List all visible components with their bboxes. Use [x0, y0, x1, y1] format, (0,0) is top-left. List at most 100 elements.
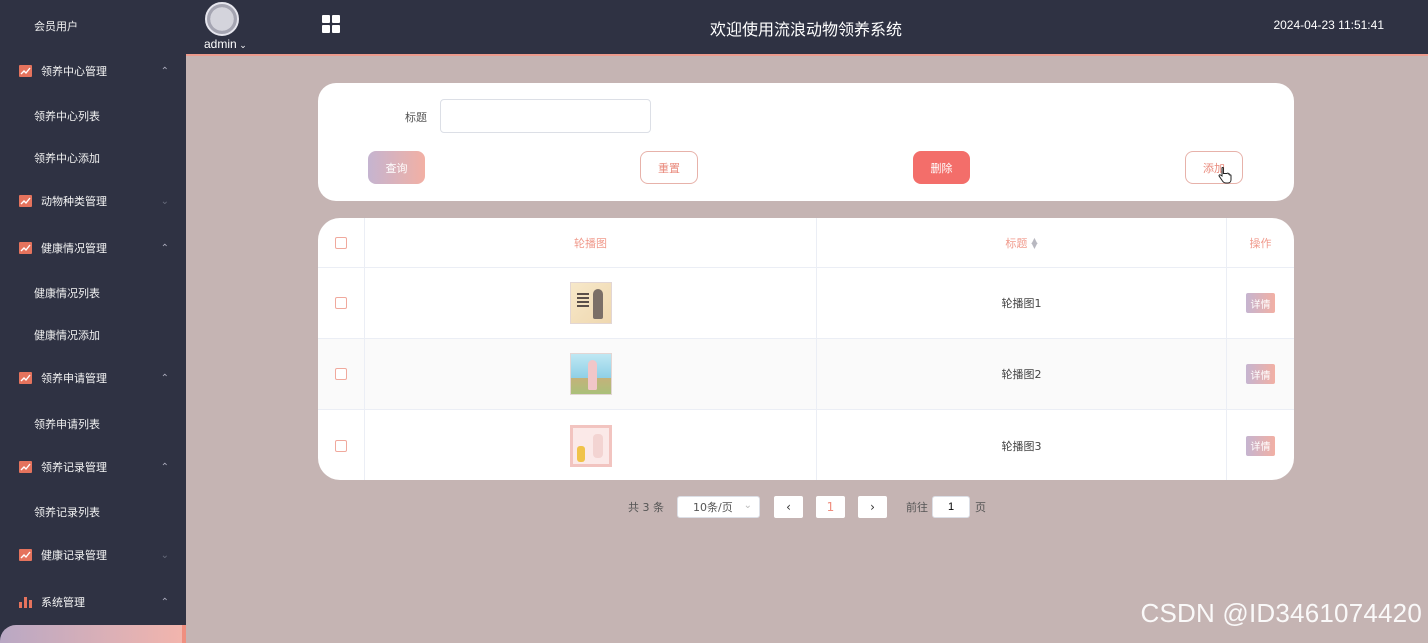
table-header: 轮播图 标题 ▲ ▼ 操作 [318, 218, 1294, 268]
sidebar-item-member-user[interactable]: 会员用户 [0, 6, 186, 46]
table-row: 轮播图2 详情 [318, 339, 1294, 410]
hand-cursor-icon [1218, 167, 1232, 184]
sidebar-item-adoption-application-list[interactable]: 领养申请列表 [0, 404, 186, 444]
sidebar-group-health-status[interactable]: 健康情况管理 ⌃ [0, 228, 186, 268]
row-checkbox[interactable] [335, 368, 347, 380]
add-button[interactable]: 添加 [1185, 151, 1243, 184]
sidebar-group-label: 领养申请管理 [41, 372, 107, 385]
page-size-value: 10条/页 [693, 501, 733, 514]
sidebar-group-adoption-application[interactable]: 领养申请管理 ⌃ [0, 358, 186, 398]
row-checkbox[interactable] [335, 297, 347, 309]
carousel-thumbnail[interactable] [569, 424, 612, 467]
title-label: 标题 [405, 111, 427, 124]
row-checkbox-cell [318, 410, 365, 480]
user-name: admin [204, 37, 237, 51]
chevron-down-icon: ⌄ [160, 195, 169, 207]
row-actions-cell: 详情 [1227, 268, 1294, 338]
sidebar-group-adoption-record[interactable]: 领养记录管理 ⌃ [0, 447, 186, 487]
select-all-checkbox[interactable] [335, 236, 347, 249]
header-image-label: 轮播图 [574, 236, 607, 250]
goto-page-input[interactable] [932, 496, 970, 518]
detail-button[interactable]: 详情 [1246, 364, 1275, 384]
total-count: 共 3 条 [628, 501, 664, 514]
chevron-up-icon: ⌃ [160, 65, 169, 77]
datetime: 2024-04-23 11:51:41 [1273, 18, 1384, 32]
row-checkbox[interactable] [335, 439, 347, 452]
page-size-select[interactable]: 10条/页 ⌄ [677, 496, 760, 518]
row-checkbox-cell [318, 339, 365, 409]
page-unit-label: 页 [975, 501, 986, 514]
row-actions-cell: 详情 [1227, 410, 1294, 480]
carousel-thumbnail[interactable] [569, 282, 612, 324]
sidebar: 会员用户 领养中心管理 ⌃ 领养中心列表 领养中心添加 动物种类管理 ⌄ 健康情… [0, 0, 186, 643]
sidebar-item-label: 会员用户 [34, 20, 78, 33]
sidebar-item-label: 领养中心列表 [34, 110, 100, 123]
sidebar-item-adoption-record-list[interactable]: 领养记录列表 [0, 492, 186, 532]
row-image-cell [365, 339, 817, 409]
page-number-current[interactable]: 1 [816, 496, 845, 518]
chevron-left-icon: ‹ [786, 500, 791, 514]
sidebar-item-label: 领养中心添加 [34, 152, 100, 165]
watermark: CSDN @ID3461074420 [1140, 598, 1422, 628]
row-title: 轮播图1 [1001, 297, 1042, 310]
delete-button[interactable]: 删除 [913, 151, 970, 184]
sidebar-item-health-status-list[interactable]: 健康情况列表 [0, 273, 186, 313]
sort-icon[interactable]: ▲ ▼ [1031, 236, 1037, 249]
line-chart-icon [19, 195, 32, 207]
row-image-cell [365, 410, 817, 480]
row-title-cell: 轮播图2 [817, 339, 1227, 409]
sidebar-group-label: 健康记录管理 [41, 549, 107, 562]
sidebar-group-health-record[interactable]: 健康记录管理 ⌄ [0, 535, 186, 575]
grid-menu-icon[interactable] [322, 15, 340, 33]
prev-page-button[interactable]: ‹ [774, 496, 803, 518]
title-search-input[interactable] [440, 99, 651, 133]
pagination: 共 3 条 10条/页 ⌄ ‹ 1 › 前往 页 [628, 496, 986, 518]
sidebar-item-label: 领养申请列表 [34, 418, 100, 431]
header-image: 轮播图 [365, 218, 817, 267]
sidebar-item-adoption-center-list[interactable]: 领养中心列表 [0, 96, 186, 136]
header-title-label: 标题 [1005, 236, 1028, 250]
sidebar-group-system[interactable]: 系统管理 ⌃ [0, 582, 186, 622]
top-bar: admin ⌄ 欢迎使用流浪动物领养系统 2024-04-23 11:51:41 [186, 0, 1428, 56]
chevron-up-icon: ⌃ [160, 596, 169, 608]
app-title: 欢迎使用流浪动物领养系统 [709, 20, 902, 39]
detail-button[interactable]: 详情 [1246, 435, 1275, 456]
chevron-down-icon: ⌄ [160, 549, 169, 561]
line-chart-icon [19, 461, 32, 473]
sidebar-item-adoption-center-add[interactable]: 领养中心添加 [0, 138, 186, 178]
row-title-cell: 轮播图3 [817, 410, 1227, 480]
sidebar-item-label: 领养记录列表 [34, 506, 100, 519]
goto-label: 前往 [906, 501, 928, 514]
header-checkbox-cell [318, 218, 365, 267]
sidebar-group-label: 系统管理 [41, 596, 85, 609]
sidebar-item-active[interactable] [0, 625, 186, 643]
reset-button[interactable]: 重置 [640, 151, 698, 184]
sidebar-group-label: 领养记录管理 [41, 461, 107, 474]
header-actions-label: 操作 [1249, 236, 1272, 250]
chevron-right-icon: › [870, 500, 875, 514]
chevron-up-icon: ⌃ [160, 242, 169, 254]
bar-chart-icon [19, 596, 32, 608]
chevron-down-icon: ⌄ [236, 40, 247, 50]
query-button[interactable]: 查询 [368, 151, 425, 184]
carousel-thumbnail[interactable] [569, 353, 612, 395]
table-row: 轮播图3 详情 [318, 410, 1294, 480]
header-actions: 操作 [1227, 218, 1294, 267]
user-menu[interactable]: admin ⌄ [204, 37, 247, 51]
next-page-button[interactable]: › [858, 496, 887, 518]
detail-button[interactable]: 详情 [1246, 293, 1275, 313]
sidebar-item-health-status-add[interactable]: 健康情况添加 [0, 315, 186, 355]
sidebar-group-label: 领养中心管理 [41, 65, 107, 78]
sidebar-group-animal-category[interactable]: 动物种类管理 ⌄ [0, 181, 186, 221]
search-panel: 标题 查询 重置 删除 添加 [318, 83, 1294, 201]
data-table: 轮播图 标题 ▲ ▼ 操作 轮播图1 详情 轮播图2 详情 轮播图3 详情 [318, 218, 1294, 480]
table-row: 轮播图1 详情 [318, 268, 1294, 339]
line-chart-icon [19, 242, 32, 254]
avatar[interactable] [205, 2, 239, 36]
sidebar-group-adoption-center[interactable]: 领养中心管理 ⌃ [0, 51, 186, 91]
row-image-cell [365, 268, 817, 338]
chevron-down-icon: ⌄ [743, 500, 752, 511]
row-actions-cell: 详情 [1227, 339, 1294, 409]
header-title[interactable]: 标题 ▲ ▼ [817, 218, 1227, 267]
row-title: 轮播图2 [1001, 368, 1042, 381]
